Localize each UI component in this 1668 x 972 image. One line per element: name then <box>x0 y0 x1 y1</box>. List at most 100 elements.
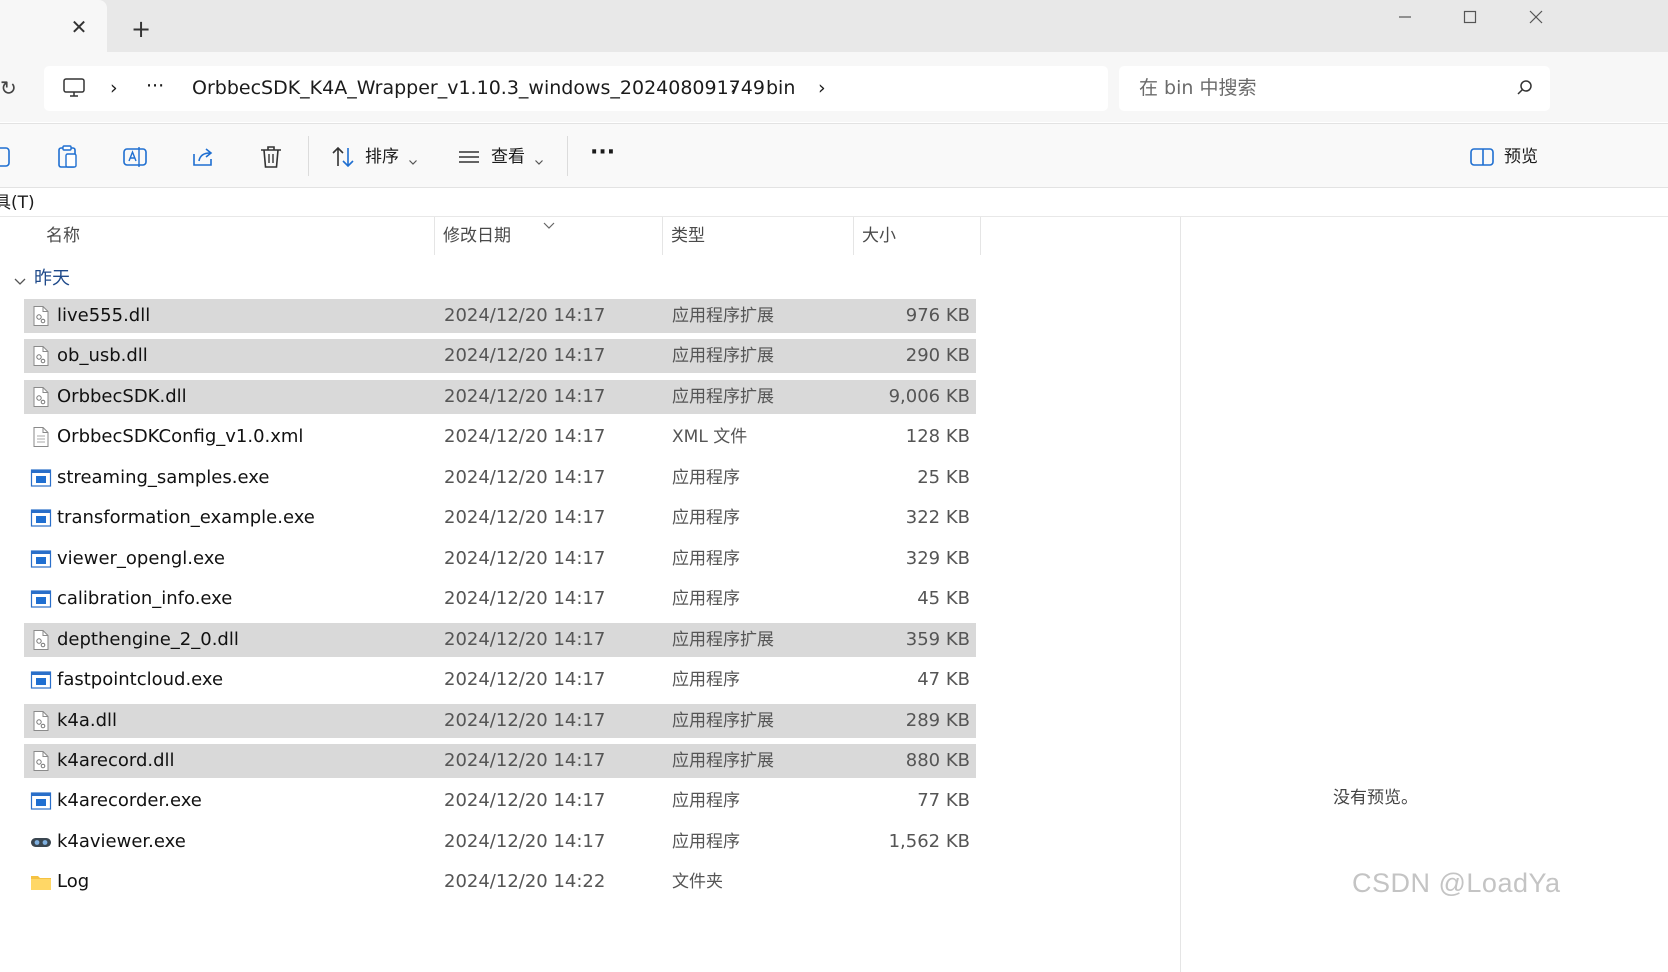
menu-bar: 具(T) <box>0 189 1668 217</box>
file-row[interactable]: k4arecord.dll 2024/12/20 14:17 应用程序扩展 880 K… <box>24 743 976 778</box>
file-row[interactable]: k4aviewer.exe 2024/12/20 14:17 应用程序 1,562 K… <box>24 825 976 859</box>
close-window-icon[interactable] <box>1516 6 1556 34</box>
dll-icon <box>30 750 52 772</box>
file-row[interactable]: OrbbecSDK.dll 2024/12/20 14:17 应用程序扩展 9,006… <box>24 379 976 414</box>
file-row[interactable]: depthengine_2_0.dll 2024/12/20 14:17 应用程序扩… <box>24 622 976 657</box>
file-type: 应用程序 <box>672 831 740 852</box>
group-header-yesterday[interactable]: 昨天 <box>34 267 70 291</box>
file-date-modified: 2024/12/20 14:17 <box>444 749 606 771</box>
rename-icon[interactable] <box>122 144 148 170</box>
paste-icon[interactable] <box>55 144 81 170</box>
address-bar[interactable]: › ··· OrbbecSDK_K4A_Wrapper_v1.10.3_wind… <box>44 66 1108 111</box>
file-name: OrbbecSDK.dll <box>57 385 187 407</box>
preview-pane-icon[interactable] <box>1469 144 1495 170</box>
breadcrumb-folder[interactable]: OrbbecSDK_K4A_Wrapper_v1.10.3_windows_20… <box>192 76 765 100</box>
file-date-modified: 2024/12/20 14:17 <box>444 547 606 569</box>
share-icon[interactable] <box>190 144 216 170</box>
breadcrumb-separator[interactable]: › <box>110 76 118 100</box>
command-bar: 排序 查看 ··· 预览 <box>0 123 1668 188</box>
group-collapse-icon[interactable] <box>13 272 27 285</box>
file-date-modified: 2024/12/20 14:17 <box>444 385 606 407</box>
file-row[interactable]: k4a.dll 2024/12/20 14:17 应用程序扩展 289 KB <box>24 703 976 738</box>
file-name: live555.dll <box>57 305 151 326</box>
column-header-type[interactable]: 类型 <box>671 217 705 255</box>
file-name: streaming_samples.exe <box>57 466 270 488</box>
file-row[interactable]: transformation_example.exe 2024/12/20 14:… <box>24 501 976 535</box>
file-type: 应用程序 <box>672 589 740 610</box>
file-row[interactable]: k4arecorder.exe 2024/12/20 14:17 应用程序 77 KB <box>24 784 976 818</box>
dll-icon <box>30 629 52 651</box>
file-size: 25 KB <box>917 466 970 488</box>
preview-button[interactable]: 预览 <box>1504 146 1538 168</box>
file-row[interactable]: calibration_info.exe 2024/12/20 14:17 应用程序… <box>24 582 976 616</box>
file-size: 976 KB <box>905 305 970 326</box>
file-size: 359 KB <box>905 628 970 650</box>
new-tab-icon[interactable]: + <box>130 17 152 41</box>
file-type: 应用程序扩展 <box>672 629 774 650</box>
menu-tools[interactable]: 具(T) <box>0 192 35 214</box>
active-tab[interactable]: ✕ <box>0 0 107 52</box>
file-size: 45 KB <box>917 588 970 610</box>
tab-close-icon[interactable]: ✕ <box>68 16 90 38</box>
exe-icon <box>30 790 52 812</box>
column-header-size[interactable]: 大小 <box>862 217 896 255</box>
folder-icon <box>30 871 52 893</box>
file-type: 应用程序 <box>672 508 740 529</box>
file-type: 应用程序扩展 <box>672 750 774 771</box>
file-row[interactable]: viewer_opengl.exe 2024/12/20 14:17 应用程序 329… <box>24 542 976 576</box>
search-input[interactable]: 在 bin 中搜索 <box>1119 66 1550 111</box>
breadcrumb-separator[interactable]: › <box>818 76 826 100</box>
sort-icon[interactable] <box>330 144 356 170</box>
no-preview-text: 没有预览。 <box>1333 788 1418 808</box>
file-type: XML 文件 <box>672 427 748 448</box>
more-options-button[interactable]: ··· <box>590 142 615 164</box>
file-date-modified: 2024/12/20 14:17 <box>444 345 606 367</box>
file-row[interactable]: streaming_samples.exe 2024/12/20 14:17 应用程… <box>24 461 976 495</box>
column-divider[interactable] <box>980 217 981 255</box>
exe-icon <box>30 548 52 570</box>
search-icon[interactable] <box>1515 78 1535 98</box>
file-type: 应用程序扩展 <box>672 710 774 731</box>
file-name: depthengine_2_0.dll <box>57 628 239 650</box>
file-type: 应用程序 <box>672 467 740 488</box>
file-size: 9,006 KB <box>888 385 970 407</box>
refresh-icon[interactable]: ↻ <box>0 76 17 100</box>
column-divider[interactable] <box>853 217 854 255</box>
file-row[interactable]: ob_usb.dll 2024/12/20 14:17 应用程序扩展 290 KB <box>24 339 976 374</box>
file-list: 名称 修改日期 类型 大小 昨天 live555.dll 2024/12/20 1… <box>0 217 1180 972</box>
new-item-icon[interactable] <box>0 144 14 170</box>
file-name: fastpointcloud.exe <box>57 669 224 691</box>
column-divider[interactable] <box>662 217 663 255</box>
column-header-name[interactable]: 名称 <box>46 217 80 255</box>
column-divider[interactable] <box>434 217 435 255</box>
file-name: ob_usb.dll <box>57 345 148 367</box>
computer-icon[interactable] <box>62 77 86 101</box>
maximize-icon[interactable] <box>1450 6 1490 34</box>
file-row[interactable]: Log 2024/12/20 14:22 文件夹 <box>24 865 976 899</box>
file-name: k4arecord.dll <box>57 749 175 771</box>
file-row[interactable]: live555.dll 2024/12/20 14:17 应用程序扩展 976 KB <box>24 299 976 333</box>
file-size: 289 KB <box>905 709 970 731</box>
minimize-icon[interactable] <box>1385 6 1425 34</box>
view-icon[interactable] <box>456 144 482 170</box>
title-bar: ✕ + <box>0 0 1668 52</box>
file-date-modified: 2024/12/20 14:22 <box>444 871 606 893</box>
file-type: 应用程序 <box>672 548 740 569</box>
sort-indicator-icon <box>542 215 556 229</box>
file-name: transformation_example.exe <box>57 507 315 529</box>
breadcrumb-ellipsis[interactable]: ··· <box>146 74 164 98</box>
file-row[interactable]: fastpointcloud.exe 2024/12/20 14:17 应用程序 47… <box>24 663 976 697</box>
view-button[interactable]: 查看 <box>491 146 525 168</box>
sort-button[interactable]: 排序 <box>365 146 399 168</box>
breadcrumb-bin[interactable]: bin <box>766 76 795 100</box>
file-size: 128 KB <box>905 426 970 448</box>
file-date-modified: 2024/12/20 14:17 <box>444 790 606 812</box>
delete-icon[interactable] <box>258 144 284 170</box>
file-row[interactable]: OrbbecSDKConfig_v1.0.xml 2024/12/20 14:17… <box>24 420 976 454</box>
chevron-down-icon[interactable] <box>534 152 544 165</box>
chevron-down-icon[interactable] <box>408 152 418 165</box>
file-name: calibration_info.exe <box>57 588 233 610</box>
breadcrumb-separator[interactable]: › <box>730 76 738 100</box>
watermark: CSDN @LoadYa <box>1352 868 1561 898</box>
column-header-date[interactable]: 修改日期 <box>443 217 511 255</box>
